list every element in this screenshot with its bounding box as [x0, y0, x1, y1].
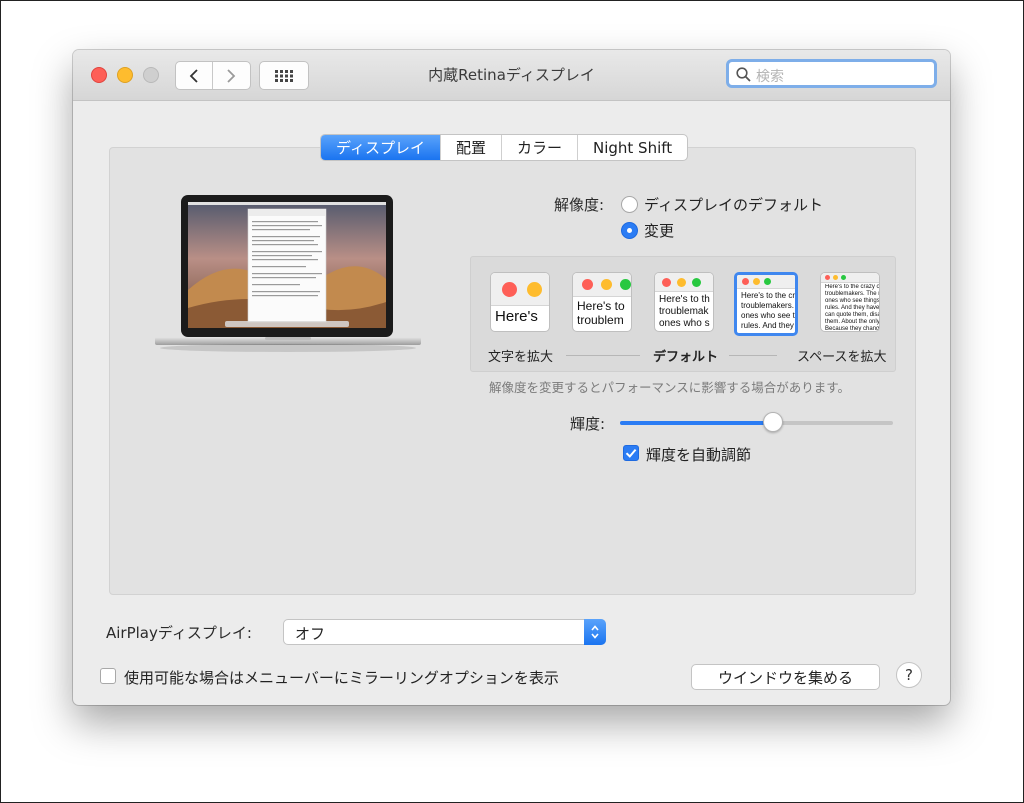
preferences-window: 内蔵Retinaディスプレイ 検索 ディスプレイ 配置 カラー Night Sh…: [73, 50, 950, 705]
tab-color[interactable]: カラー: [500, 135, 577, 160]
scale-option-larger-text[interactable]: Here's: [490, 272, 550, 332]
brightness-slider-fill: [620, 421, 773, 425]
option-scaled-label: 変更: [644, 222, 675, 240]
auto-brightness-checkbox[interactable]: [623, 445, 639, 461]
thumbnail-sample-text: Here's to the crazy ones troublemakers. …: [825, 284, 880, 332]
thumbnail-sample-text: Here's to troublem: [577, 299, 625, 327]
scale-label-larger-text: 文字を拡大: [488, 350, 554, 365]
tab-arrangement[interactable]: 配置: [439, 135, 501, 160]
mirroring-option-label: 使用可能な場合はメニューバーにミラーリングオプションを表示: [124, 669, 559, 687]
minimize-window-button[interactable]: [117, 67, 133, 83]
tab-night-shift[interactable]: Night Shift: [576, 135, 687, 160]
thumbnail-sample-text: Here's to the cr troublemakers. ones who…: [741, 291, 795, 330]
radio-scaled-resolution[interactable]: [621, 222, 638, 239]
mirroring-option-checkbox[interactable]: [100, 668, 116, 684]
thumbnail-sample-text: Here's: [495, 308, 538, 325]
zoom-window-button: [143, 67, 159, 83]
scale-option-4-selected[interactable]: Here's to the cr troublemakers. ones who…: [734, 272, 798, 336]
show-all-button[interactable]: [259, 61, 309, 90]
auto-brightness-label: 輝度を自動調節: [646, 446, 752, 464]
scale-divider: [566, 355, 640, 356]
brightness-label: 輝度:: [570, 415, 606, 433]
scale-option-3[interactable]: Here's to th troublemak ones who s: [654, 272, 714, 332]
tab-display[interactable]: ディスプレイ: [321, 135, 440, 160]
option-default-label: ディスプレイのデフォルト: [644, 196, 823, 214]
chevron-right-icon: [227, 68, 236, 83]
airplay-display-select[interactable]: オフ: [283, 619, 606, 645]
radio-default-resolution[interactable]: [621, 196, 638, 213]
search-placeholder: 検索: [756, 69, 784, 85]
brightness-slider-track[interactable]: [620, 421, 893, 425]
tab-bar: ディスプレイ 配置 カラー Night Shift: [320, 134, 689, 161]
resolution-label: 解像度:: [554, 196, 605, 214]
grid-icon: [275, 69, 293, 82]
airplay-selected-value: オフ: [295, 625, 326, 643]
resolution-performance-note: 解像度を変更するとパフォーマンスに影響する場合があります。: [489, 380, 851, 395]
airplay-label: AirPlayディスプレイ:: [106, 624, 252, 642]
help-button[interactable]: ?: [896, 662, 922, 688]
macbook-display-image: [155, 195, 421, 352]
window-title: 内蔵Retinaディスプレイ: [428, 66, 595, 84]
chevron-left-icon: [189, 68, 198, 83]
brightness-slider-knob[interactable]: [762, 412, 783, 432]
checkmark-icon: [625, 448, 637, 458]
scale-divider: [729, 355, 777, 356]
navigation-buttons: [175, 61, 251, 90]
scale-label-default: デフォルト: [653, 350, 719, 365]
scale-label-more-space: スペースを拡大: [797, 350, 887, 365]
search-field[interactable]: 検索: [726, 59, 937, 88]
close-window-button[interactable]: [91, 67, 107, 83]
thumbnail-sample-text: Here's to th troublemak ones who s: [659, 294, 710, 329]
scale-option-more-space[interactable]: Here's to the crazy ones troublemakers. …: [820, 272, 880, 332]
forward-button[interactable]: [213, 62, 249, 89]
search-icon: [736, 67, 751, 82]
gather-windows-button[interactable]: ウインドウを集める: [691, 664, 880, 690]
updown-chevron-icon: [584, 619, 606, 645]
title-bar: 内蔵Retinaディスプレイ 検索: [73, 50, 950, 101]
back-button[interactable]: [176, 62, 213, 89]
scale-option-2[interactable]: Here's to troublem: [572, 272, 632, 332]
